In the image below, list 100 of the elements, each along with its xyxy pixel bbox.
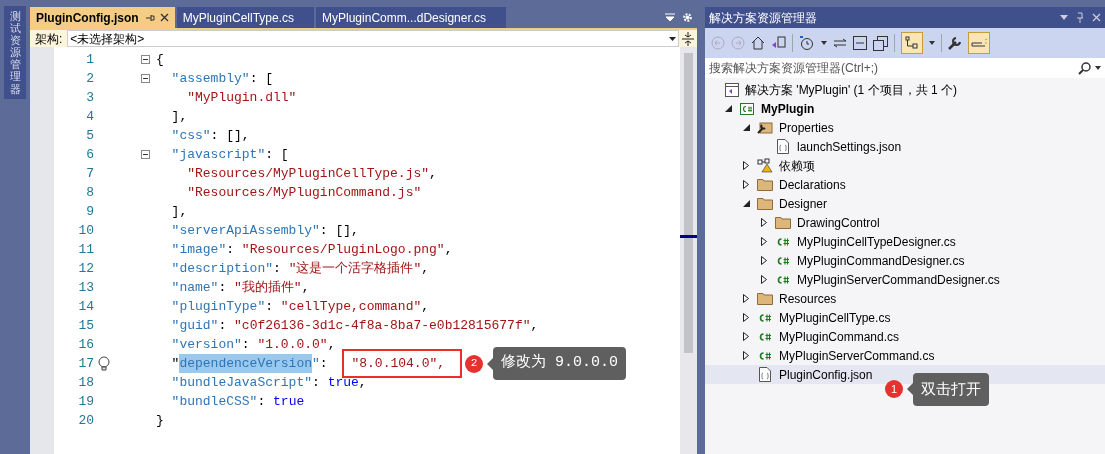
- code-line: "Resources/MyPluginCellType.js",: [186, 164, 437, 183]
- solution-switch-icon[interactable]: [771, 36, 786, 50]
- dropdown-arrow-icon[interactable]: [1095, 66, 1101, 70]
- tree-item-label: MyPluginCommandDesigner.cs: [797, 252, 965, 270]
- file-tab[interactable]: MyPluginComm...dDesigner.cs: [316, 7, 507, 28]
- dropdown-arrow-icon[interactable]: [821, 41, 827, 45]
- line-number: 7: [85, 164, 94, 183]
- lightbulb-icon[interactable]: [98, 356, 110, 371]
- line-number: 13: [77, 278, 94, 297]
- collapse-toggle-icon[interactable]: [140, 74, 150, 83]
- tree-item[interactable]: MyPluginCellType.cs: [705, 308, 1105, 327]
- folder-icon: [775, 216, 791, 229]
- code-line: "version": "1.0.0.0",: [170, 335, 336, 354]
- tree-item[interactable]: Resources: [705, 289, 1105, 308]
- step-number-badge: 2: [465, 354, 484, 373]
- callout-tooltip: 修改为 9.0.0.0: [493, 347, 627, 380]
- json-file-icon: [759, 367, 771, 382]
- pin-icon[interactable]: [1076, 12, 1084, 23]
- folder-icon: [757, 178, 773, 191]
- dropdown-menu-icon[interactable]: [665, 13, 675, 22]
- tree-item[interactable]: Declarations: [705, 175, 1105, 194]
- tree-item[interactable]: 依赖项: [705, 156, 1105, 175]
- line-number: 6: [85, 145, 94, 164]
- dropdown-arrow-icon[interactable]: [929, 41, 935, 45]
- panel-title: 解决方案资源管理器: [709, 9, 817, 27]
- collapsed-arrow-icon[interactable]: [743, 351, 749, 360]
- solution-label[interactable]: 解决方案 'MyPlugin' (1 个项目，共 1 个): [745, 80, 957, 99]
- test-explorer-side-tab[interactable]: 测试资源管理器: [4, 6, 26, 99]
- tree-item[interactable]: MyPluginCommandDesigner.cs: [705, 251, 1105, 270]
- file-tab[interactable]: PluginConfig.json: [30, 7, 175, 28]
- tree-item[interactable]: MyPluginCommand.cs: [705, 327, 1105, 346]
- dropdown-arrow-icon[interactable]: [669, 36, 676, 41]
- tree-item[interactable]: MyPlugin: [705, 99, 1105, 118]
- clock-icon[interactable]: [799, 35, 815, 51]
- file-tab[interactable]: MyPluginCellType.cs: [176, 7, 315, 28]
- dropdown-menu-icon[interactable]: [1060, 15, 1068, 20]
- wrench-icon[interactable]: [948, 36, 962, 50]
- tree-item[interactable]: Properties: [705, 118, 1105, 137]
- tree-item[interactable]: DrawingControl: [705, 213, 1105, 232]
- collapsed-arrow-icon[interactable]: [761, 275, 767, 284]
- split-window-icon[interactable]: [682, 31, 694, 46]
- expanded-arrow-icon[interactable]: [742, 124, 750, 131]
- home-icon[interactable]: [751, 36, 765, 50]
- scrollbar-thumb[interactable]: [684, 53, 693, 353]
- architecture-label: 架构:: [34, 30, 64, 48]
- line-number: 11: [77, 240, 94, 259]
- collapse-all-icon[interactable]: [853, 36, 867, 50]
- close-icon[interactable]: [159, 13, 169, 22]
- collapse-toggle-icon[interactable]: [140, 150, 150, 159]
- line-number: 5: [85, 126, 94, 145]
- collapse-toggle-icon[interactable]: [140, 55, 150, 64]
- copies-icon[interactable]: [873, 35, 888, 51]
- collapsed-arrow-icon[interactable]: [743, 313, 749, 322]
- pin-icon[interactable]: [144, 12, 155, 23]
- tree-item[interactable]: launchSettings.json: [705, 137, 1105, 156]
- code-line: "bundleJavaScript": true,: [170, 373, 367, 392]
- code-line: "name": "我的插件",: [170, 278, 310, 297]
- code-line: }: [156, 411, 164, 430]
- collapsed-arrow-icon[interactable]: [743, 180, 749, 189]
- tree-item-label: launchSettings.json: [797, 138, 902, 156]
- json-file-icon: [777, 139, 789, 154]
- line-number: 15: [77, 316, 94, 335]
- collapsed-arrow-icon[interactable]: [761, 237, 767, 246]
- tree-item-label: MyPluginCommand.cs: [779, 328, 900, 346]
- expanded-arrow-icon[interactable]: [724, 105, 732, 112]
- code-line: "bundleCSS": true: [170, 392, 305, 411]
- code-line: ],: [170, 107, 188, 126]
- csharp-file-icon: [758, 350, 772, 361]
- line-number: 4: [85, 107, 94, 126]
- expanded-arrow-icon[interactable]: [742, 200, 750, 207]
- code-line: "javascript": [: [170, 145, 289, 164]
- line-number: 17: [77, 354, 94, 373]
- tree-item[interactable]: MyPluginCellTypeDesigner.cs: [705, 232, 1105, 251]
- csharp-file-icon: [758, 312, 772, 323]
- code-line: "css": [],: [170, 126, 250, 145]
- tree-item[interactable]: MyPluginServerCommandDesigner.cs: [705, 270, 1105, 289]
- tree-item[interactable]: MyPluginServerCommand.cs: [705, 346, 1105, 365]
- line-number: 19: [77, 392, 94, 411]
- line-number: 3: [85, 88, 94, 107]
- code-line: "MyPlugin.dll": [186, 88, 297, 107]
- collapsed-arrow-icon[interactable]: [743, 294, 749, 303]
- tree-view-icon[interactable]: [901, 32, 923, 54]
- settings-icon[interactable]: [682, 12, 693, 23]
- csharp-file-icon: [776, 274, 790, 285]
- collapsed-arrow-icon[interactable]: [761, 256, 767, 265]
- line-number: 10: [77, 221, 94, 240]
- architecture-dropdown[interactable]: <未选择架构>: [67, 30, 679, 47]
- tree-item[interactable]: Designer: [705, 194, 1105, 213]
- collapsed-arrow-icon[interactable]: [743, 332, 749, 341]
- code-line: "serverApiAssembly": [],: [170, 221, 359, 240]
- csharp-file-icon: [758, 331, 772, 342]
- preview-toggle-icon[interactable]: [968, 32, 990, 54]
- collapsed-arrow-icon[interactable]: [761, 218, 767, 227]
- tree-item-label: MyPluginCellType.cs: [779, 309, 891, 327]
- line-number: 18: [77, 373, 94, 392]
- collapsed-arrow-icon[interactable]: [743, 161, 749, 170]
- sync-arrows-icon[interactable]: [833, 38, 847, 48]
- search-icon[interactable]: [1078, 61, 1091, 75]
- tree-item-label: MyPluginServerCommand.cs: [779, 347, 935, 365]
- code-line: ],: [170, 202, 188, 221]
